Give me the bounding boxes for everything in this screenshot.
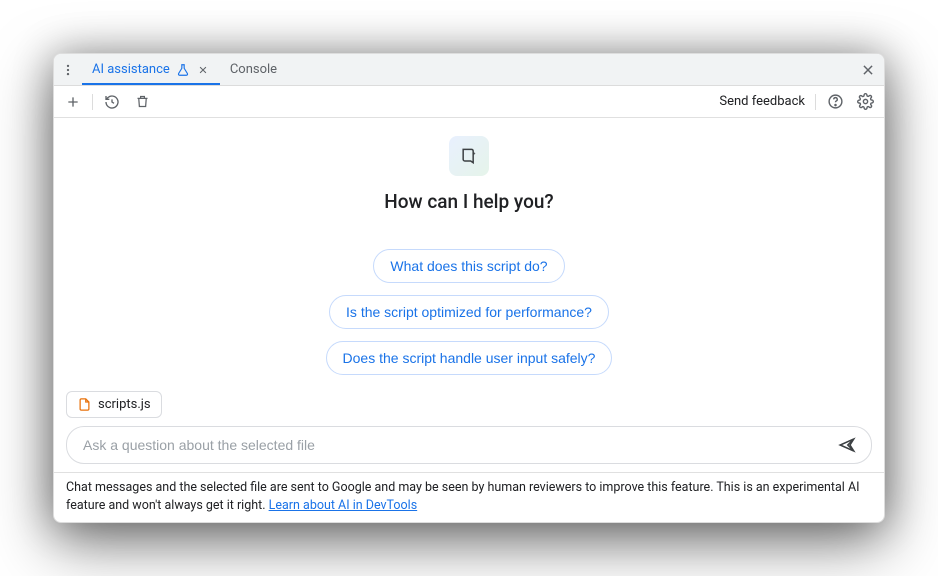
delete-button[interactable] xyxy=(129,89,155,115)
toolbar: Send feedback xyxy=(54,86,884,118)
tab-bar: AI assistance Console xyxy=(54,54,884,86)
learn-more-link[interactable]: Learn about AI in DevTools xyxy=(269,498,418,513)
disclaimer-text: Chat messages and the selected file are … xyxy=(66,480,860,513)
suggestion-chip[interactable]: Does the script handle user input safely… xyxy=(326,341,613,375)
new-chat-button[interactable] xyxy=(60,89,86,115)
tab-ai-assistance[interactable]: AI assistance xyxy=(82,54,220,85)
ai-sparkle-icon xyxy=(449,136,489,176)
tab-console[interactable]: Console xyxy=(220,54,287,85)
main-content: How can I help you? What does this scrip… xyxy=(54,118,884,472)
context-row: scripts.js xyxy=(54,391,884,418)
input-row xyxy=(54,426,884,472)
history-button[interactable] xyxy=(99,89,125,115)
more-menu-button[interactable] xyxy=(54,63,82,77)
close-panel-button[interactable] xyxy=(852,63,884,77)
flask-icon xyxy=(176,63,190,77)
disclaimer: Chat messages and the selected file are … xyxy=(54,472,884,522)
suggestions-list: What does this script do? Is the script … xyxy=(326,249,613,375)
tab-label: Console xyxy=(230,62,277,77)
divider xyxy=(92,94,93,110)
hero-title: How can I help you? xyxy=(384,190,553,213)
close-tab-button[interactable] xyxy=(196,63,210,77)
devtools-panel: AI assistance Console Send feedback xyxy=(53,53,885,523)
suggestion-chip[interactable]: Is the script optimized for performance? xyxy=(329,295,609,329)
tab-label: AI assistance xyxy=(92,62,170,77)
send-button[interactable] xyxy=(833,431,861,459)
suggestion-chip[interactable]: What does this script do? xyxy=(373,249,564,283)
settings-button[interactable] xyxy=(852,89,878,115)
file-name: scripts.js xyxy=(98,397,151,412)
chat-input[interactable] xyxy=(83,437,833,453)
file-icon xyxy=(77,397,92,412)
divider xyxy=(815,94,816,110)
file-context-chip[interactable]: scripts.js xyxy=(66,391,162,418)
chat-input-box xyxy=(66,426,872,464)
send-feedback-link[interactable]: Send feedback xyxy=(715,94,809,109)
help-button[interactable] xyxy=(822,89,848,115)
